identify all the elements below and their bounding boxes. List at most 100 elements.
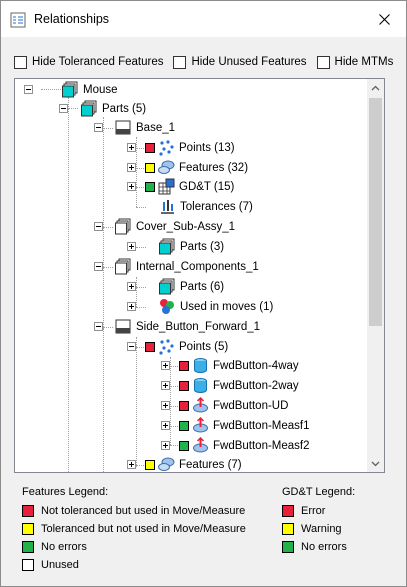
status-ok	[145, 181, 155, 192]
scroll-down-button[interactable]	[367, 455, 384, 472]
vertical-scrollbar[interactable]	[367, 79, 384, 472]
scroll-up-button[interactable]	[367, 79, 384, 96]
tree-label: Internal_Components_1	[136, 260, 259, 273]
title-bar: Relationships	[1, 1, 406, 37]
tree-label: Parts (6)	[180, 280, 225, 293]
collapse-toggle[interactable]	[94, 123, 103, 132]
status-ok	[179, 420, 189, 431]
collapse-toggle[interactable]	[94, 222, 103, 231]
hide-unused-checkbox[interactable]: Hide Unused Features	[173, 55, 307, 69]
parts-icon	[159, 238, 176, 255]
legend-item: Not toleranced but used in Move/Measure	[22, 502, 246, 520]
expand-toggle[interactable]	[127, 182, 136, 191]
scroll-thumb[interactable]	[369, 98, 382, 326]
collapse-toggle[interactable]	[94, 322, 103, 331]
legend-swatch-error	[22, 505, 34, 517]
tree-node-cover-parts[interactable]: Parts (3)	[127, 237, 224, 256]
status-error	[179, 360, 189, 371]
tree-label: Side_Button_Forward_1	[136, 320, 261, 333]
relationships-tree[interactable]: Mouse Parts (5) Base_1 Points (13) Featu…	[14, 78, 385, 473]
tree-label: Features (7)	[179, 458, 242, 471]
expand-toggle[interactable]	[127, 460, 136, 469]
collapse-toggle[interactable]	[94, 262, 103, 271]
tree-node-internal-moves[interactable]: Used in moves (1)	[127, 297, 273, 316]
close-button[interactable]	[362, 1, 406, 37]
collapse-toggle[interactable]	[59, 104, 68, 113]
expand-toggle[interactable]	[161, 401, 170, 410]
checkbox-label: Hide Unused Features	[191, 56, 307, 68]
tree-node-base-tolerances[interactable]: Tolerances (7)	[127, 197, 253, 216]
legend-label: Error	[301, 505, 326, 517]
tree-label: Tolerances (7)	[180, 200, 253, 213]
tree-node-side-features[interactable]: Features (7)	[127, 455, 242, 472]
tree-node-side-points[interactable]: Points (5)	[127, 337, 228, 356]
points-icon	[158, 338, 175, 355]
tree-node-base-gdt[interactable]: GD&T (15)	[127, 177, 234, 196]
tree-node-base[interactable]: Base_1	[94, 118, 175, 137]
legend-item: Toleranced but not used in Move/Measure	[22, 520, 246, 538]
hide-mtms-checkbox[interactable]: Hide MTMs	[316, 55, 393, 69]
status-error	[145, 142, 155, 153]
status-error	[179, 400, 189, 411]
gdt-icon	[158, 178, 175, 195]
collapse-toggle[interactable]	[24, 85, 33, 94]
assembly-icon	[62, 81, 79, 98]
chevron-up-icon	[371, 85, 380, 90]
expand-toggle[interactable]	[161, 441, 170, 450]
tree-node-point[interactable]: FwdButton-Measf1	[161, 416, 310, 435]
gdt-legend-title: GD&T Legend:	[282, 486, 356, 498]
legend-item: Error	[282, 502, 355, 520]
legend-item: Unused	[22, 556, 246, 574]
legend-swatch-ok	[22, 541, 34, 553]
chevron-down-icon	[371, 461, 380, 466]
tree-node-side[interactable]: Side_Button_Forward_1	[94, 317, 260, 336]
checkbox-box[interactable]	[316, 55, 330, 69]
expand-toggle[interactable]	[127, 302, 136, 311]
tree-node-point[interactable]: FwdButton-Measf2	[161, 436, 310, 455]
legend-label: Warning	[301, 523, 342, 535]
tree-node-point[interactable]: FwdButton-2way	[161, 376, 299, 395]
legend-label: Unused	[41, 559, 79, 571]
legend-swatch-unused	[22, 559, 34, 571]
collapse-toggle[interactable]	[127, 342, 136, 351]
vector-point-icon	[192, 417, 209, 434]
expand-toggle[interactable]	[161, 381, 170, 390]
expand-toggle[interactable]	[161, 361, 170, 370]
expand-toggle[interactable]	[127, 163, 136, 172]
expand-toggle[interactable]	[161, 421, 170, 430]
hide-toleranced-checkbox[interactable]: Hide Toleranced Features	[14, 55, 163, 69]
expand-toggle[interactable]	[127, 143, 136, 152]
legend-swatch-warning	[282, 523, 294, 535]
tree-node-point[interactable]: FwdButton-4way	[161, 356, 299, 375]
status-warning	[145, 459, 155, 470]
expand-toggle[interactable]	[127, 282, 136, 291]
expand-toggle[interactable]	[127, 242, 136, 251]
parts-icon	[159, 278, 176, 295]
checkbox-box[interactable]	[173, 55, 187, 69]
legend-label: Toleranced but not used in Move/Measure	[41, 523, 246, 535]
checkbox-box[interactable]	[14, 55, 27, 69]
tree-node-cover[interactable]: Cover_Sub-Assy_1	[94, 217, 235, 236]
tree-label: Features (32)	[179, 161, 249, 174]
tree-node-internal-parts[interactable]: Parts (6)	[127, 277, 224, 296]
tree-node-point[interactable]: FwdButton-UD	[161, 396, 288, 415]
features-legend: Features Legend: Not toleranced but used…	[22, 486, 246, 574]
vector-point-icon	[192, 437, 209, 454]
tree-node-base-points[interactable]: Points (13)	[127, 138, 235, 157]
tree-node-mouse[interactable]: Mouse	[24, 80, 118, 99]
gdt-legend: GD&T Legend: Error Warning No errors	[282, 486, 355, 556]
features-icon	[158, 159, 175, 176]
tree-label: FwdButton-Measf1	[213, 419, 310, 432]
tree-label: Parts (5)	[102, 102, 147, 115]
tree-label: GD&T (15)	[179, 180, 235, 193]
status-warning	[145, 162, 155, 173]
features-icon	[158, 456, 175, 472]
legend-swatch-warning	[22, 523, 34, 535]
tree-node-base-features[interactable]: Features (32)	[127, 158, 248, 177]
part-icon	[115, 318, 132, 335]
subassembly-icon	[115, 218, 132, 235]
tree-label: Cover_Sub-Assy_1	[136, 220, 236, 233]
tree-node-parts[interactable]: Parts (5)	[59, 99, 146, 118]
tree-node-internal[interactable]: Internal_Components_1	[94, 257, 259, 276]
tree-label: FwdButton-4way	[213, 359, 299, 372]
